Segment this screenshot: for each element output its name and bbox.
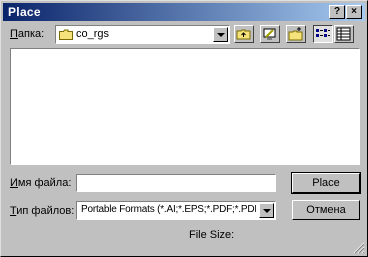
look-in-label: Папка:	[10, 28, 45, 40]
resize-grip-icon[interactable]	[353, 242, 365, 254]
dialog-title: Place	[8, 5, 41, 19]
details-view-button[interactable]	[334, 25, 354, 43]
close-button[interactable]: ×	[346, 5, 362, 19]
file-type-value: Portable Formats (*.AI;*.EPS;*.PDF;*.PDP…	[81, 204, 256, 215]
file-name-label: Имя файла:	[10, 177, 72, 189]
up-folder-icon	[236, 29, 251, 40]
file-name-input[interactable]	[76, 174, 276, 192]
new-folder-icon	[288, 27, 303, 41]
chevron-down-icon	[217, 33, 225, 37]
details-view-icon	[336, 27, 351, 41]
up-one-level-button[interactable]	[234, 25, 254, 43]
file-list[interactable]	[10, 48, 360, 165]
title-bar[interactable]: Place ? ×	[3, 3, 365, 21]
file-type-dropdown[interactable]: Portable Formats (*.AI;*.EPS;*.PDF;*.PDP…	[76, 201, 276, 220]
folder-icon	[59, 29, 73, 40]
chevron-down-icon	[263, 209, 271, 213]
list-view-icon	[316, 29, 330, 37]
desktop-icon	[263, 28, 276, 40]
help-button[interactable]: ?	[329, 5, 345, 19]
look-in-dropdown-button[interactable]	[213, 27, 228, 42]
cancel-button[interactable]: Отмена	[292, 200, 360, 220]
new-folder-button[interactable]	[286, 25, 306, 43]
file-type-dropdown-button[interactable]	[259, 203, 274, 218]
look-in-folder-name: co_rgs	[76, 28, 110, 40]
look-in-dropdown[interactable]: co_rgs	[55, 25, 230, 44]
file-type-label: Тип файлов:	[10, 205, 75, 217]
place-button[interactable]: Place	[291, 172, 361, 194]
list-view-button[interactable]	[313, 25, 333, 43]
desktop-button[interactable]	[260, 25, 280, 43]
file-size-label: File Size:	[189, 229, 235, 241]
place-dialog: Place ? × Папка: co_rgs Имя файла: Тип ф…	[0, 0, 368, 257]
